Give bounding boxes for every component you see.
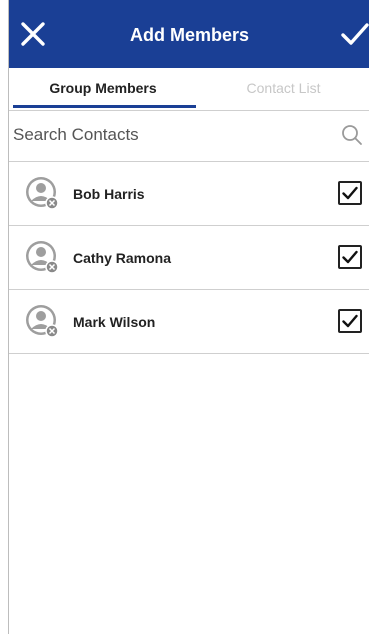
list-item[interactable]: Mark Wilson (9, 290, 369, 354)
avatar-icon (26, 241, 59, 274)
member-name: Mark Wilson (73, 314, 156, 330)
avatar-icon (26, 305, 59, 338)
checkmark-icon (342, 250, 358, 264)
search-bar (9, 111, 369, 162)
member-name: Cathy Ramona (73, 250, 172, 266)
checkmark-icon (341, 23, 369, 45)
close-icon (21, 22, 45, 46)
header-bar: Add Members (9, 0, 369, 68)
member-checkbox[interactable] (338, 181, 362, 205)
page-title: Add Members (129, 25, 250, 45)
checkmark-icon (342, 314, 358, 328)
close-button[interactable] (15, 16, 51, 52)
avatar-icon (26, 177, 59, 210)
member-name: Bob Harris (73, 186, 145, 202)
tab-group-members[interactable]: Group Members (9, 68, 197, 110)
confirm-button[interactable] (338, 16, 369, 52)
list-item[interactable]: Bob Harris (9, 162, 369, 226)
tab-contact-list[interactable]: Contact List (197, 68, 369, 110)
checkmark-icon (342, 186, 358, 200)
member-checkbox[interactable] (338, 309, 362, 333)
active-tab-indicator (13, 105, 196, 108)
search-icon[interactable] (341, 124, 363, 146)
member-checkbox[interactable] (338, 245, 362, 269)
app-screen: Add Members Group Members Contact List S… (8, 0, 369, 634)
list-item[interactable]: Cathy Ramona (9, 226, 369, 290)
search-input[interactable] (13, 119, 323, 151)
tab-bar: Group Members Contact List (9, 68, 369, 111)
